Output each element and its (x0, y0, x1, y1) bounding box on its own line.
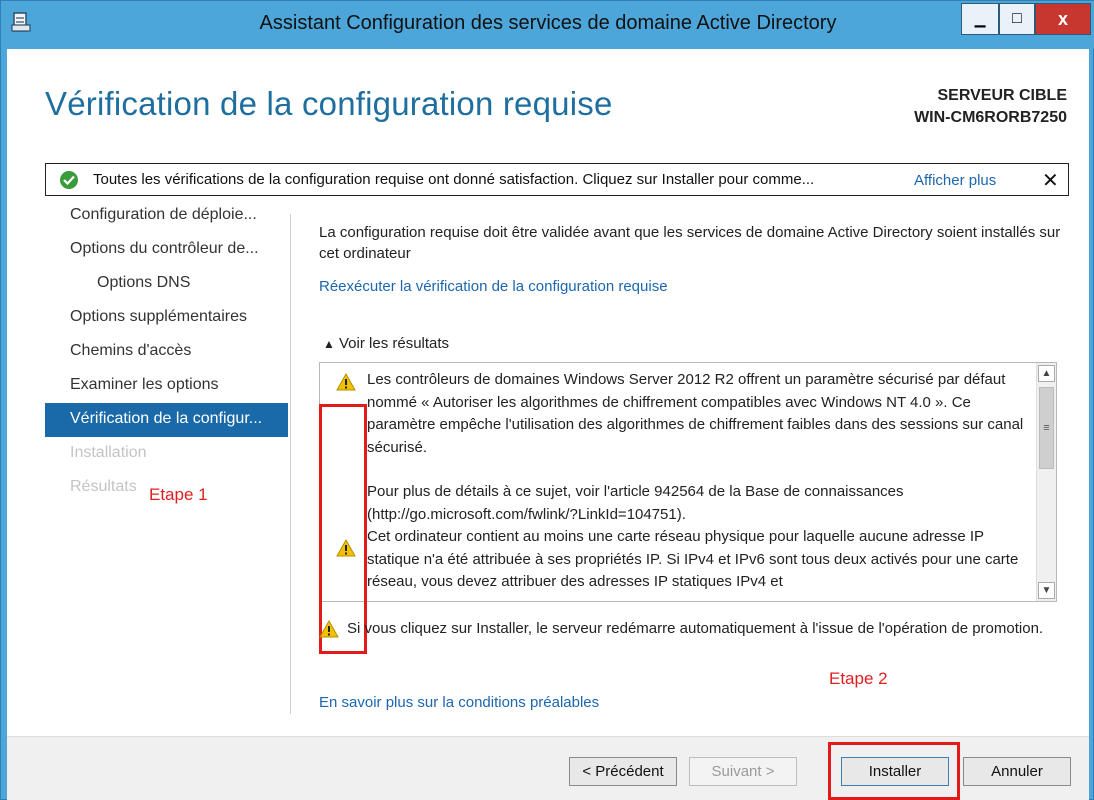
sidebar-item-additional-options[interactable]: Options supplémentaires (45, 301, 288, 335)
check-circle-icon (60, 171, 78, 189)
sidebar-item-deployment-config[interactable]: Configuration de déploie... (45, 199, 288, 233)
result-item-crypto: Les contrôleurs de domaines Windows Serv… (367, 371, 1024, 456)
wizard-client-area: Vérification de la configuration requise… (7, 49, 1089, 800)
sidebar-item-dc-options[interactable]: Options du contrôleur de... (45, 233, 288, 267)
restart-warning: Si vous cliquez sur Installer, le serveu… (319, 617, 1059, 641)
maximize-button[interactable]: □ (999, 3, 1035, 35)
rerun-check-link[interactable]: Réexécuter la vérification de la configu… (319, 278, 668, 295)
sidebar-item-prerequisites-check[interactable]: Vérification de la configur... (45, 403, 288, 437)
close-icon: x (1057, 8, 1068, 29)
page-title: Vérification de la configuration requise (45, 85, 613, 122)
next-button: Suivant > (689, 757, 797, 786)
wizard-footer: < Précédent Suivant > Installer Annuler (7, 736, 1089, 800)
minimize-button[interactable]: ▁ (961, 3, 999, 35)
notification-text: Toutes les vérifications de la configura… (93, 171, 815, 188)
sidebar-item-review-options[interactable]: Examiner les options (45, 369, 288, 403)
result-item-kb-link: Pour plus de détails à ce sujet, voir l'… (367, 483, 904, 523)
scroll-down-icon[interactable]: ▼ (1038, 582, 1055, 599)
previous-button[interactable]: < Précédent (569, 757, 677, 786)
target-server-name: WIN-CM6RORB7250 (914, 109, 1067, 126)
results-scrollbar[interactable]: ▲ ≡ ▼ (1036, 363, 1056, 601)
wizard-window: Assistant Configuration des services de … (0, 0, 1094, 800)
scroll-thumb[interactable]: ≡ (1039, 387, 1054, 469)
results-list[interactable]: Les contrôleurs de domaines Windows Serv… (319, 362, 1057, 602)
close-window-button[interactable]: x (1035, 3, 1091, 35)
annotation-highlight-install (828, 742, 960, 800)
sidebar-item-dns-options[interactable]: Options DNS (45, 267, 288, 301)
warning-icon (336, 373, 356, 391)
notification-close-icon[interactable]: ✕ (1042, 168, 1059, 193)
chevron-up-icon: ▲ (323, 337, 335, 351)
annotation-step-2: Etape 2 (829, 669, 888, 688)
target-server-label: SERVEUR CIBLE (937, 87, 1067, 104)
notification-bar: Toutes les vérifications de la configura… (45, 163, 1069, 196)
sidebar-item-installation: Installation (70, 444, 147, 461)
sidebar-item-paths[interactable]: Chemins d'accès (45, 335, 288, 369)
results-toggle-label: Voir les résultats (339, 335, 450, 352)
intro-text: La configuration requise doit être valid… (319, 224, 1061, 262)
title-bar[interactable]: Assistant Configuration des services de … (1, 1, 1094, 49)
result-item-static-ip: Cet ordinateur contient au moins une car… (367, 528, 1019, 590)
vertical-divider (290, 214, 291, 714)
scroll-up-icon[interactable]: ▲ (1038, 365, 1055, 382)
target-server-info: SERVEUR CIBLE WIN-CM6RORB7250 (914, 85, 1067, 129)
maximize-icon: □ (1012, 10, 1022, 27)
annotation-step-1: Etape 1 (149, 485, 208, 504)
results-toggle[interactable]: ▲ Voir les résultats (323, 335, 449, 352)
warning-icon (319, 620, 339, 638)
show-more-link[interactable]: Afficher plus (914, 172, 996, 189)
cancel-button[interactable]: Annuler (963, 757, 1071, 786)
minimize-icon: ▁ (974, 10, 986, 27)
learn-more-link[interactable]: En savoir plus sur la conditions préalab… (319, 694, 599, 711)
window-title: Assistant Configuration des services de … (259, 12, 837, 34)
restart-warning-text: Si vous cliquez sur Installer, le serveu… (347, 620, 1044, 637)
results-text: Les contrôleurs de domaines Windows Serv… (367, 369, 1027, 601)
